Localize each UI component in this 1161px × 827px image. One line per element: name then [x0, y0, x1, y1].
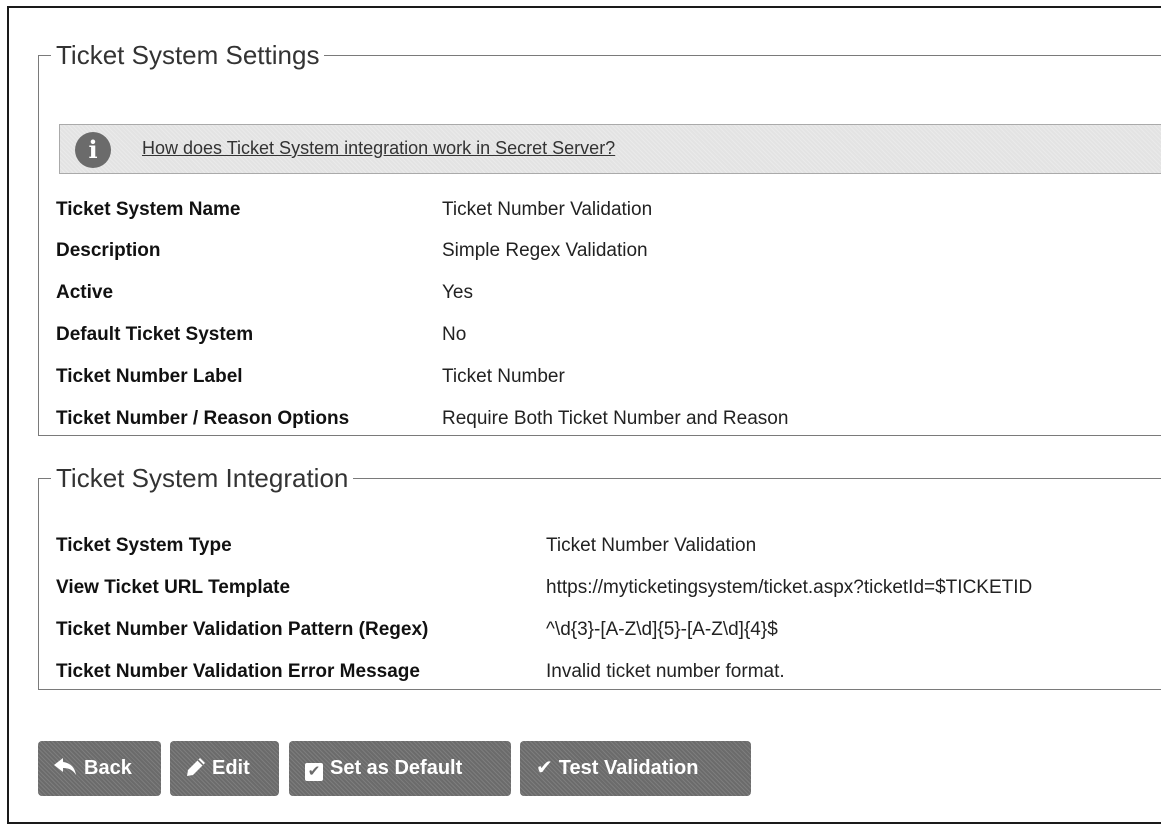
- integration-legend: Ticket System Integration: [56, 463, 349, 493]
- detail-value: Invalid ticket number format.: [546, 661, 785, 682]
- detail-value: No: [442, 324, 467, 345]
- back-label: Back: [84, 757, 132, 779]
- set-default-label: Set as Default: [330, 757, 463, 779]
- detail-label: Active: [56, 282, 114, 303]
- detail-value: Simple Regex Validation: [442, 240, 648, 261]
- detail-value: ^\d{3}-[A-Z\d]{5}-[A-Z\d]{4}$: [546, 619, 778, 640]
- back-button[interactable]: Back: [38, 741, 161, 796]
- test-validation-label: Test Validation: [558, 757, 699, 779]
- detail-label: Description: [56, 240, 161, 261]
- edit-button[interactable]: Edit: [170, 741, 279, 796]
- detail-label: Ticket System Name: [56, 199, 241, 220]
- detail-label: Ticket System Type: [56, 535, 232, 556]
- detail-label: View Ticket URL Template: [56, 577, 291, 598]
- detail-label: Ticket Number Validation Error Message: [56, 661, 420, 682]
- detail-value: Require Both Ticket Number and Reason: [442, 408, 789, 429]
- help-link[interactable]: How does Ticket System integration work …: [142, 138, 615, 159]
- settings-legend: Ticket System Settings: [56, 40, 320, 70]
- detail-label: Ticket Number / Reason Options: [56, 408, 350, 429]
- ticket-system-integration-section: Ticket System Integration Ticket System …: [38, 465, 1161, 690]
- detail-value: Ticket Number Validation: [546, 535, 757, 556]
- reply-arrow-icon: [54, 741, 78, 796]
- ticket-system-settings-section: Ticket System Settings i How does Ticket…: [38, 42, 1161, 436]
- set-as-default-button[interactable]: ✔ Set as Default: [289, 741, 511, 796]
- edit-label: Edit: [212, 757, 250, 779]
- info-bar: i How does Ticket System integration wor…: [59, 124, 1161, 174]
- checkbox-icon: ✔: [305, 763, 323, 781]
- test-validation-button[interactable]: ✔ Test Validation: [520, 741, 751, 796]
- checkmark-icon: ✔: [536, 757, 553, 779]
- pencil-icon: [186, 741, 206, 796]
- detail-value: Ticket Number Validation: [442, 199, 653, 220]
- detail-value: https://myticketingsystem/ticket.aspx?ti…: [546, 577, 1033, 598]
- detail-label: Ticket Number Validation Pattern (Regex): [56, 619, 429, 640]
- info-icon: i: [75, 132, 111, 168]
- detail-label: Ticket Number Label: [56, 366, 243, 387]
- detail-value: Yes: [442, 282, 473, 303]
- detail-label: Default Ticket System: [56, 324, 254, 345]
- detail-value: Ticket Number: [442, 366, 565, 387]
